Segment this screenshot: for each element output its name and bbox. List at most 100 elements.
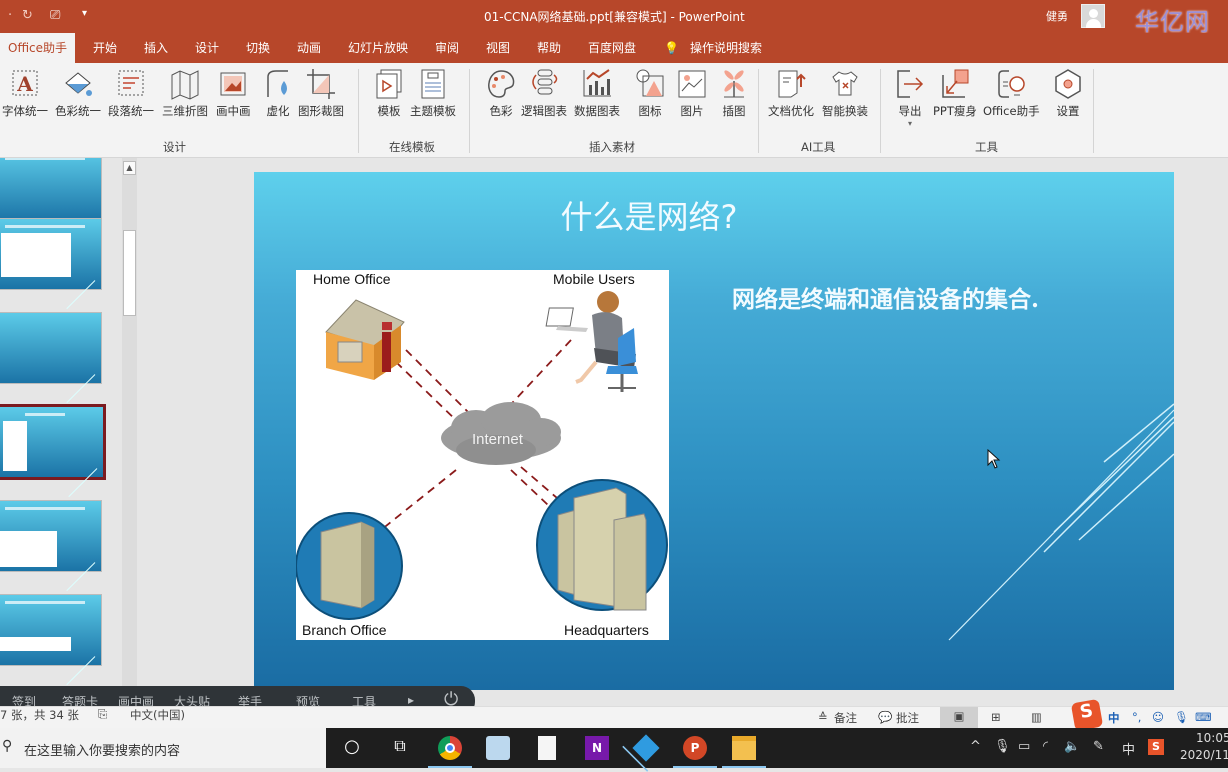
sogou-tray-icon[interactable]: S xyxy=(1148,739,1164,755)
tell-me-search[interactable]: 操作说明搜索 xyxy=(690,33,762,63)
slide-thumbnail[interactable] xyxy=(0,594,102,686)
onenote-icon[interactable]: N xyxy=(585,736,609,760)
taskbar-search-box[interactable]: ⚲ 在这里输入你要搜索的内容 xyxy=(0,728,326,768)
color-palette-button[interactable]: 色彩 xyxy=(485,67,517,119)
settings-button[interactable]: 设置 xyxy=(1052,67,1084,119)
comments-button[interactable]: 批注 xyxy=(896,710,919,726)
tab-slideshow[interactable]: 幻灯片放映 xyxy=(348,33,408,63)
export-dropdown-icon[interactable]: ▾ xyxy=(894,119,926,128)
powerpoint-icon[interactable]: P xyxy=(673,736,717,768)
data-chart-button[interactable]: 数据图表 xyxy=(574,67,620,119)
ime-tray-indicator[interactable]: 中 xyxy=(1122,739,1135,758)
tab-design[interactable]: 设计 xyxy=(195,33,219,63)
cortana-icon[interactable]: ○ xyxy=(340,736,364,760)
search-placeholder: 在这里输入你要搜索的内容 xyxy=(24,744,181,759)
app-diamond-icon[interactable] xyxy=(632,734,660,762)
branch-office-building-icon xyxy=(296,512,403,620)
picture-frame-icon xyxy=(220,72,246,96)
doc-optimize-icon xyxy=(778,70,806,98)
crop-icon xyxy=(307,69,335,99)
more-arrow-icon[interactable]: ▸ xyxy=(408,693,414,707)
clock-time[interactable]: 10:05 xyxy=(1196,731,1228,745)
keyboard-icon[interactable]: ⌨ xyxy=(1195,710,1212,724)
reading-view-icon[interactable]: ▥ xyxy=(1031,710,1042,724)
tab-review[interactable]: 审阅 xyxy=(435,33,459,63)
chrome-icon[interactable] xyxy=(428,736,472,768)
tab-transitions[interactable]: 切换 xyxy=(246,33,270,63)
spellcheck-icon[interactable]: ⎘ xyxy=(98,707,107,722)
redo-icon[interactable]: ↻ xyxy=(22,8,33,23)
slide-thumbnail[interactable] xyxy=(0,312,102,404)
slide-thumbnail[interactable] xyxy=(0,158,102,222)
icon-button[interactable]: 图标 xyxy=(634,67,666,119)
user-name[interactable]: 健勇 xyxy=(1046,8,1068,24)
group-divider xyxy=(758,69,759,153)
punctuation-icon[interactable]: °, xyxy=(1132,710,1141,724)
template-button[interactable]: 模板 xyxy=(373,67,405,119)
avatar[interactable] xyxy=(1081,4,1105,28)
volume-icon[interactable]: 🔈 xyxy=(1064,739,1080,754)
slide-title[interactable]: 什么是网络? xyxy=(254,192,1044,238)
logic-chart-button[interactable]: 逻辑图表 xyxy=(521,67,567,119)
tab-animations[interactable]: 动画 xyxy=(297,33,321,63)
comments-icon: 💬 xyxy=(878,710,893,724)
notes-button[interactable]: 备注 xyxy=(834,710,857,726)
file-explorer-icon[interactable] xyxy=(722,736,766,768)
slide-thumbnail[interactable] xyxy=(0,500,102,592)
slide-canvas[interactable]: 什么是网络? 网络是终端和通信设备的集合. Home Office Mobile… xyxy=(254,172,1174,690)
smart-outfit-button[interactable]: 智能换装 xyxy=(822,67,868,119)
undo-icon[interactable]: · xyxy=(8,8,12,23)
export-button[interactable]: 导出 ▾ xyxy=(894,67,926,128)
palette-icon xyxy=(488,70,515,98)
network-diagram[interactable]: Home Office Mobile Users Internet Branch… xyxy=(296,270,669,640)
office-assistant-button[interactable]: Office助手 xyxy=(983,67,1040,119)
tab-baidu-netdisk[interactable]: 百度网盘 xyxy=(588,33,636,63)
clock-date[interactable]: 2020/11/ xyxy=(1180,748,1228,762)
picture-button[interactable]: 图片 xyxy=(676,67,708,119)
tab-view[interactable]: 视图 xyxy=(486,33,510,63)
battery-icon[interactable]: ▭ xyxy=(1018,739,1030,754)
customize-quick-access-icon[interactable]: ▾ xyxy=(82,8,87,19)
picture-in-picture-button[interactable]: 画中画 xyxy=(216,67,251,119)
scrollbar-thumb[interactable] xyxy=(123,230,136,316)
blur-button[interactable]: 虚化 xyxy=(262,67,294,119)
ime-chinese-indicator[interactable]: 中 xyxy=(1108,710,1120,726)
show-hidden-icons[interactable]: ^ xyxy=(970,739,981,754)
svg-text:A: A xyxy=(16,72,33,96)
theme-template-button[interactable]: 主题模板 xyxy=(410,67,456,119)
slide-body-text[interactable]: 网络是终端和通信设备的集合. xyxy=(732,280,1039,314)
windows-taskbar: ⚲ 在这里输入你要搜索的内容 ○ ⧉ N P ^ 🎙 ▭ ◜ 🔈 ✎ 中 S 1… xyxy=(0,728,1228,768)
normal-view-icon[interactable]: ▣ xyxy=(940,707,978,728)
present-from-start-icon[interactable]: ⎚ xyxy=(50,8,60,23)
slide-thumbnail[interactable] xyxy=(0,218,102,310)
illustration-button[interactable]: 插图 xyxy=(718,67,750,119)
slide-sorter-view-icon[interactable]: ⊞ xyxy=(991,710,1001,724)
paragraph-unify-button[interactable]: 段落统一 xyxy=(108,67,154,119)
thumbnail-scrollbar[interactable]: ▲ xyxy=(122,158,137,688)
voice-input-icon[interactable]: 🎙 xyxy=(1174,710,1189,724)
shape-crop-button[interactable]: 图形裁图 xyxy=(298,67,344,119)
font-unify-button[interactable]: A 字体统一 xyxy=(2,67,48,119)
document-app-icon[interactable] xyxy=(538,736,556,760)
language-indicator[interactable]: 中文(中国) xyxy=(130,707,185,723)
pen-icon[interactable]: ✎ xyxy=(1093,739,1104,754)
home-office-house-icon xyxy=(325,299,405,380)
3d-fold-button[interactable]: 三维折图 xyxy=(162,67,208,119)
tab-office-assistant[interactable]: Office助手 xyxy=(0,33,76,63)
scroll-up-icon[interactable]: ▲ xyxy=(123,161,136,175)
doc-optimize-button[interactable]: 文档优化 xyxy=(768,67,814,119)
wifi-icon[interactable]: ◜ xyxy=(1043,739,1048,754)
magnifier-app-icon[interactable] xyxy=(486,736,510,760)
tab-insert[interactable]: 插入 xyxy=(144,33,168,63)
emoji-icon[interactable]: ☺ xyxy=(1152,710,1164,724)
ppt-slim-button[interactable]: PPT瘦身 xyxy=(933,67,977,119)
decorative-lines xyxy=(948,403,1174,641)
slide-thumbnail-selected[interactable] xyxy=(0,404,106,498)
mobile-user-icon xyxy=(545,291,638,392)
tab-help[interactable]: 帮助 xyxy=(537,33,561,63)
microphone-icon[interactable]: 🎙 xyxy=(994,739,1011,754)
task-view-icon[interactable]: ⧉ xyxy=(388,736,412,760)
color-unify-button[interactable]: 色彩统一 xyxy=(55,67,101,119)
tab-home[interactable]: 开始 xyxy=(93,33,117,63)
sogou-ime-icon[interactable]: S xyxy=(1070,698,1104,732)
